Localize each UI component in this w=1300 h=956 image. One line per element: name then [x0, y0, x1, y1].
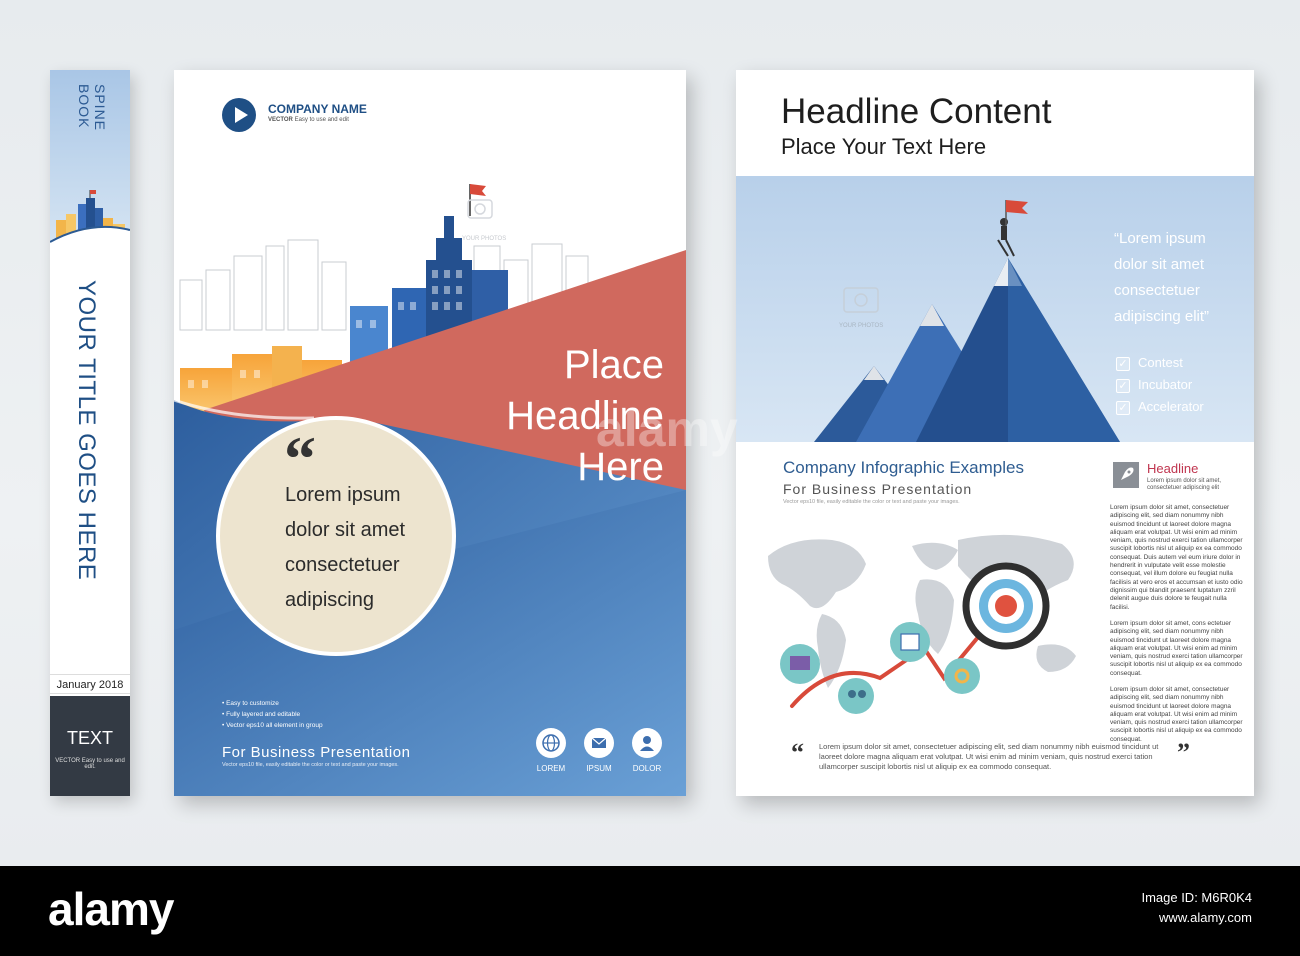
globe-icon — [536, 728, 566, 758]
feature-bullets: • Easy to customize • Fully layered and … — [222, 698, 323, 731]
icon-label-lorem: LOREM — [536, 764, 566, 773]
checklist: ✓ Contest ✓ Incubator ✓ Accelerator — [1116, 352, 1204, 418]
icon-label-dolor: DOLOR — [632, 764, 662, 773]
your-photos-label: YOUR PHOTOS — [462, 236, 507, 242]
book-label: BOOK — [76, 84, 92, 129]
open-quote: “ — [791, 738, 804, 767]
section-title: Company Infographic Examples — [783, 458, 1024, 477]
book-spine: SPINE BOOK YOUR TITLE GOES HERE January … — [50, 70, 130, 796]
side-headline-sub: Lorem ipsum dolor sit amet, consectetuer… — [1147, 478, 1222, 491]
watermark-overlay: alamy — [596, 401, 738, 457]
envelope-icon — [584, 728, 614, 758]
side-paragraph: Lorem ipsum dolor sit amet, cons ectetue… — [1110, 620, 1243, 677]
list-item: • Vector eps10 all element in group — [222, 722, 323, 729]
play-logo-icon — [222, 98, 256, 132]
spine-text: TEXT — [66, 728, 113, 748]
section-note: Vector eps10 file, easily editable the c… — [783, 499, 960, 505]
side-paragraph: Lorem ipsum dolor sit amet, consectetuer… — [1110, 504, 1243, 611]
brochure-headline: Headline Content — [781, 92, 1052, 131]
spine-city-illustration — [50, 190, 130, 248]
list-item: • Fully layered and editable — [222, 711, 301, 718]
cover-footer-sub: Vector eps10 file, easily editable the c… — [222, 762, 399, 768]
person-icon — [632, 728, 662, 758]
watermark-bar: alamy Image ID: M6R0K4 www.alamy.com — [0, 866, 1300, 956]
icon-label-ipsum: IPSUM — [586, 764, 612, 773]
spine-date: January 2018 — [50, 674, 130, 694]
company-tagline: VECTOR Easy to use and edit — [268, 117, 349, 123]
list-item: ✓ Accelerator — [1116, 396, 1204, 418]
side-headline: Headline — [1147, 461, 1199, 476]
list-item: ✓ Incubator — [1116, 374, 1204, 396]
alamy-logo: alamy — [48, 883, 174, 935]
section-subtitle: For Business Presentation — [783, 481, 973, 497]
mockup-stage: SPINE BOOK YOUR TITLE GOES HERE January … — [0, 0, 1300, 866]
checkbox-icon: ✓ — [1116, 400, 1130, 415]
brochure-subheadline: Place Your Text Here — [781, 134, 987, 159]
world-map-infographic — [768, 534, 1076, 714]
checkbox-icon: ✓ — [1116, 378, 1130, 393]
cover-footer-title: For Business Presentation — [222, 744, 411, 761]
image-url: www.alamy.com — [1159, 910, 1252, 925]
company-name: COMPANY NAME — [268, 102, 367, 116]
your-photos-label: YOUR PHOTOS — [839, 323, 884, 329]
side-paragraph: Lorem ipsum dolor sit amet, consectetuer… — [1110, 686, 1243, 743]
list-item: ✓ Contest — [1116, 352, 1204, 374]
close-quote: ” — [1177, 738, 1190, 767]
image-id: Image ID: M6R0K4 — [1141, 890, 1252, 905]
list-item: • Easy to customize — [222, 700, 279, 707]
spine-label: SPINE — [92, 84, 108, 132]
bottom-quote: Lorem ipsum dolor sit amet, consectetuer… — [819, 742, 1159, 771]
hero-quote: “Lorem ipsum dolor sit amet consectetuer… — [1114, 230, 1210, 325]
spine-header: SPINE BOOK — [50, 70, 130, 248]
brochure-page: Headline Content Place Your Text Here YO… — [736, 70, 1254, 796]
circle-text: Lorem ipsum dolor sit amet consectetuer … — [285, 484, 406, 611]
spine-vector-note: VECTOR Easy to use and edit. — [55, 758, 125, 770]
checkbox-icon: ✓ — [1116, 356, 1130, 371]
rocket-icon — [1113, 462, 1139, 488]
